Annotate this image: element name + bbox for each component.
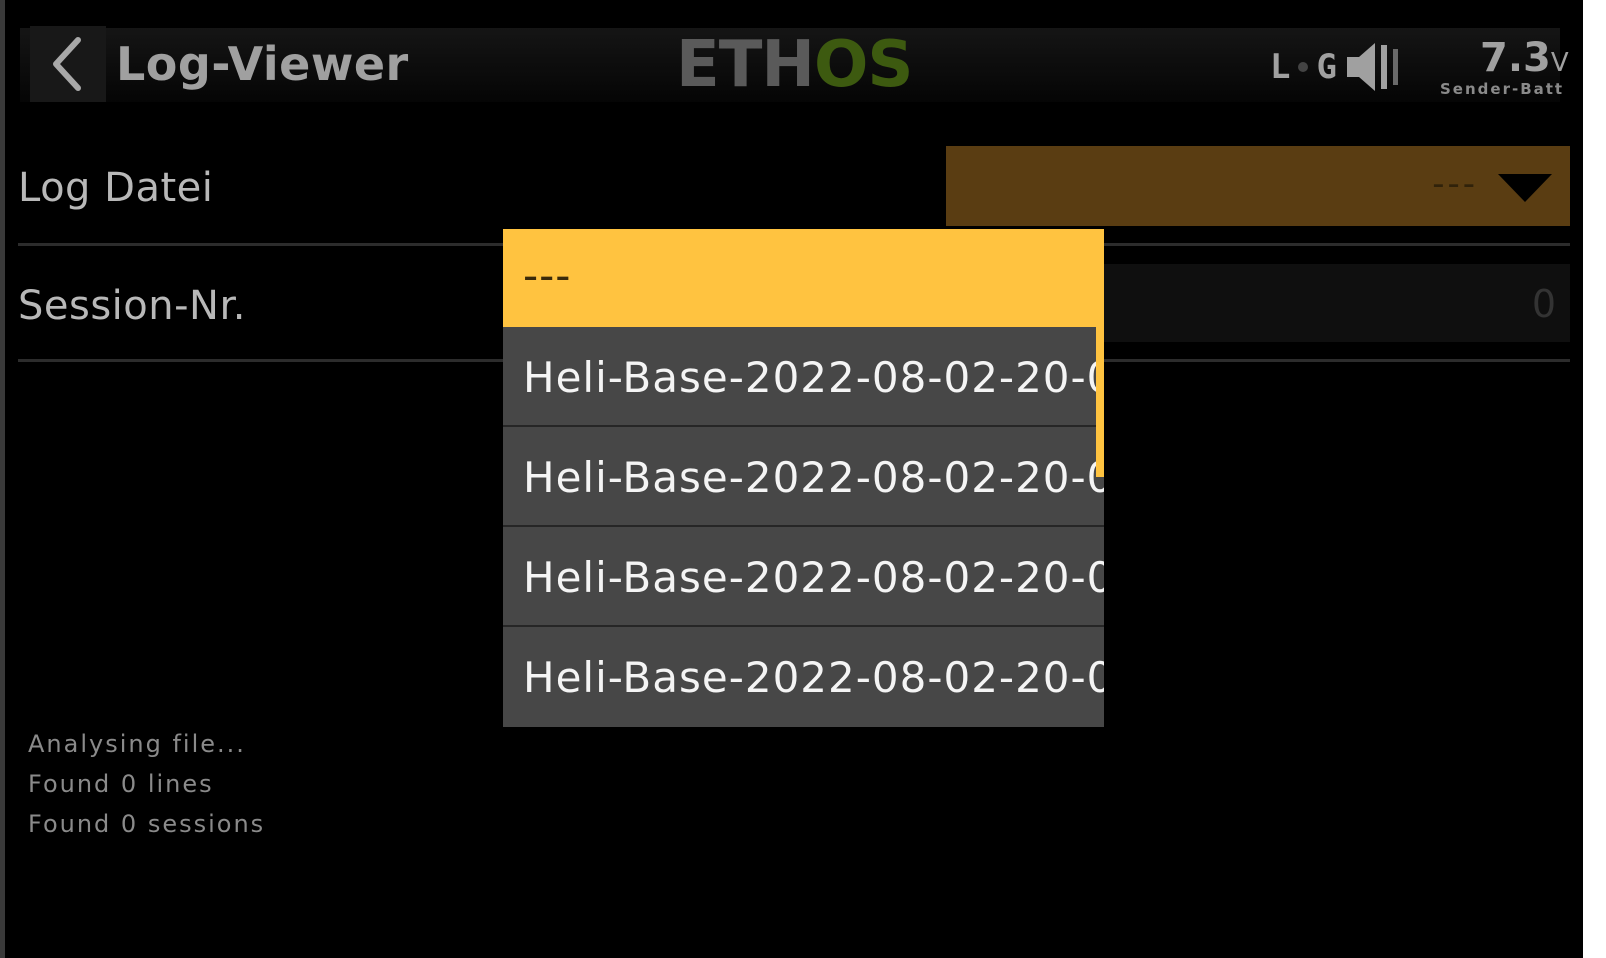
status-log-line: Found 0 sessions bbox=[28, 810, 266, 838]
trim-right-icon: G bbox=[1316, 47, 1337, 87]
status-log-line: Analysing file... bbox=[28, 730, 246, 758]
log-file-select[interactable]: --- bbox=[946, 146, 1570, 226]
dropdown-option-label: Heli-Base-2022-08-02-20-01 bbox=[523, 353, 1104, 402]
dropdown-option[interactable]: Heli-Base-2022-08-02-20-01 bbox=[503, 327, 1104, 425]
screen-frame-right bbox=[1583, 0, 1606, 958]
dropdown-option-label: Heli-Base-2022-08-02-20-01 bbox=[523, 453, 1104, 502]
page-title: Log-Viewer bbox=[116, 37, 409, 91]
battery-unit: V bbox=[1550, 48, 1569, 78]
battery-voltage: 7.3V bbox=[1480, 34, 1569, 82]
log-file-dropdown: --- Heli-Base-2022-08-02-20-01 Heli-Base… bbox=[503, 229, 1104, 727]
session-label: Session-Nr. bbox=[18, 283, 246, 329]
logo-os: OS bbox=[813, 28, 913, 102]
status-log-line: Found 0 lines bbox=[28, 770, 214, 798]
dropdown-option-selected[interactable]: --- bbox=[503, 229, 1104, 327]
logo-eth: ETH bbox=[676, 28, 815, 102]
dropdown-option[interactable]: Heli-Base-2022-08-02-20-01 bbox=[503, 427, 1104, 525]
dropdown-option[interactable]: Heli-Base-2022-08-02-20-01- bbox=[503, 627, 1104, 725]
status-dot-icon bbox=[1298, 62, 1309, 72]
battery-value: 7.3 bbox=[1480, 35, 1551, 81]
back-button[interactable] bbox=[30, 26, 106, 102]
session-number-field[interactable]: 0 bbox=[1100, 264, 1570, 342]
session-number-value: 0 bbox=[1531, 282, 1556, 326]
chevron-left-icon bbox=[53, 37, 81, 91]
trim-left-icon: L bbox=[1270, 47, 1291, 87]
dropdown-option-label: Heli-Base-2022-08-02-20-01- bbox=[523, 553, 1104, 602]
dropdown-option-label: --- bbox=[523, 251, 572, 300]
log-file-label: Log Datei bbox=[18, 165, 214, 211]
ethos-logo: ETHOS bbox=[676, 28, 913, 102]
dropdown-caret-icon bbox=[1498, 174, 1552, 202]
speaker-icon bbox=[1346, 43, 1398, 91]
dropdown-option[interactable]: Heli-Base-2022-08-02-20-01- bbox=[503, 527, 1104, 625]
screen-frame-left bbox=[0, 0, 5, 958]
dropdown-option-label: Heli-Base-2022-08-02-20-01- bbox=[523, 653, 1104, 702]
dropdown-scrollbar[interactable] bbox=[1096, 327, 1104, 477]
battery-label: Sender-Batt bbox=[1440, 80, 1565, 98]
log-file-select-value: --- bbox=[1432, 164, 1478, 204]
status-icons: L G bbox=[1270, 42, 1401, 92]
